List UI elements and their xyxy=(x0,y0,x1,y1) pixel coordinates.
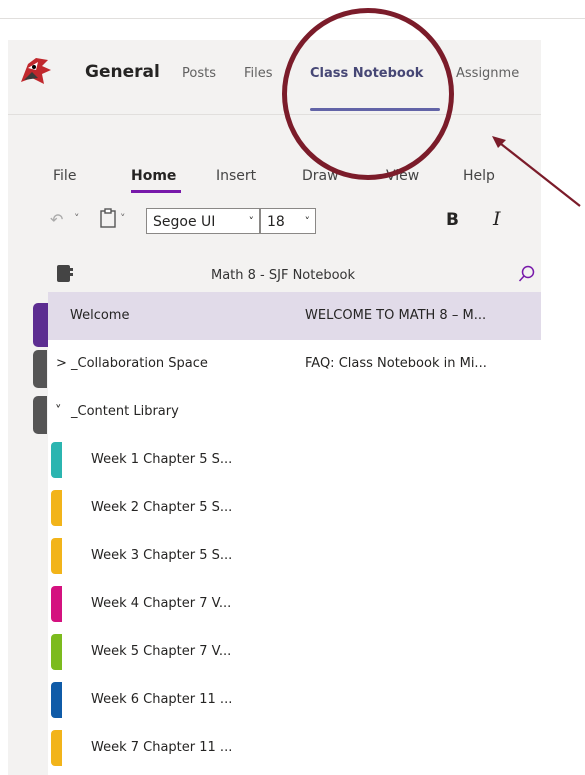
teams-header: General Posts Files Class Notebook Assig… xyxy=(8,40,541,112)
notebook-icon[interactable] xyxy=(56,264,74,284)
section-color-tab xyxy=(51,442,62,478)
team-logo-icon xyxy=(21,58,51,84)
section-label: Week 2 Chapter 5 S... xyxy=(91,500,233,515)
section-week-3[interactable]: Week 3 Chapter 5 S... xyxy=(48,532,278,580)
notebook-header: Math 8 - SJF Notebook xyxy=(48,258,541,292)
section-label: Week 7 Chapter 11 ... xyxy=(91,740,233,755)
ribbon-active-indicator xyxy=(131,190,181,193)
ribbon-tab-home[interactable]: Home xyxy=(131,168,176,184)
section-label: Week 1 Chapter 5 S... xyxy=(91,452,233,467)
section-color-tab xyxy=(51,490,62,526)
font-size-select[interactable]: 18 ˅ xyxy=(260,208,316,234)
search-icon[interactable] xyxy=(518,265,536,283)
bold-button[interactable]: B xyxy=(446,210,459,230)
section-color-tab xyxy=(51,682,62,718)
notebook-tab-gray xyxy=(33,396,47,434)
section-week-1[interactable]: Week 1 Chapter 5 S... xyxy=(48,436,278,484)
tab-posts[interactable]: Posts xyxy=(182,66,216,81)
section-label: Welcome xyxy=(70,308,130,323)
section-week-2[interactable]: Week 2 Chapter 5 S... xyxy=(48,484,278,532)
section-label: Week 5 Chapter 7 V... xyxy=(91,644,232,659)
paste-dropdown-icon[interactable]: ˅ xyxy=(120,212,126,225)
section-label: _Collaboration Space xyxy=(71,356,208,371)
section-label: Week 6 Chapter 11 ... xyxy=(91,692,233,707)
font-name-value: Segoe UI xyxy=(153,214,216,230)
italic-button[interactable]: I xyxy=(493,208,501,230)
font-size-value: 18 xyxy=(267,214,285,230)
highlight-circle xyxy=(282,8,454,180)
tab-files[interactable]: Files xyxy=(244,66,273,81)
page-label: WELCOME TO MATH 8 – M... xyxy=(305,308,487,323)
notebook-title: Math 8 - SJF Notebook xyxy=(211,268,356,283)
undo-icon[interactable]: ↶ xyxy=(50,210,63,229)
notebook-panel: Welcome > _Collaboration Space ˅ _Conten… xyxy=(48,292,541,775)
chevron-down-icon: ˅ xyxy=(55,404,62,419)
page-top-divider xyxy=(0,18,585,19)
undo-dropdown-icon[interactable]: ˅ xyxy=(74,212,80,225)
section-week-4[interactable]: Week 4 Chapter 7 V... xyxy=(48,580,278,628)
page-label: FAQ: Class Notebook in Mi... xyxy=(305,356,487,371)
notebook-color-tab xyxy=(33,303,48,347)
font-name-select[interactable]: Segoe UI ˅ xyxy=(146,208,260,234)
ribbon-tab-file[interactable]: File xyxy=(53,168,76,184)
annotation-arrow-icon xyxy=(492,136,581,207)
teams-window: General Posts Files Class Notebook Assig… xyxy=(8,40,541,775)
section-color-tab xyxy=(51,538,62,574)
section-label: Week 4 Chapter 7 V... xyxy=(91,596,232,611)
page-welcome[interactable]: WELCOME TO MATH 8 – M... xyxy=(278,292,541,340)
page-faq[interactable]: FAQ: Class Notebook in Mi... xyxy=(278,340,541,388)
channel-name: General xyxy=(85,62,160,82)
section-label: Week 3 Chapter 5 S... xyxy=(91,548,233,563)
chevron-right-icon: > xyxy=(56,356,67,371)
section-color-tab xyxy=(51,586,62,622)
section-list: Welcome > _Collaboration Space ˅ _Conten… xyxy=(48,292,279,775)
section-color-tab xyxy=(51,634,62,670)
ribbon-tab-insert[interactable]: Insert xyxy=(216,168,256,184)
section-week-7[interactable]: Week 7 Chapter 11 ... xyxy=(48,724,278,772)
section-label: _Content Library xyxy=(71,404,179,419)
page-list: WELCOME TO MATH 8 – M... FAQ: Class Note… xyxy=(278,292,541,775)
section-week-6[interactable]: Week 6 Chapter 11 ... xyxy=(48,676,278,724)
section-welcome[interactable]: Welcome xyxy=(48,292,278,340)
clipboard-icon[interactable] xyxy=(100,208,116,232)
section-week-5[interactable]: Week 5 Chapter 7 V... xyxy=(48,628,278,676)
header-divider xyxy=(8,114,541,115)
chevron-down-icon: ˅ xyxy=(304,215,311,228)
section-collaboration-space[interactable]: > _Collaboration Space xyxy=(48,340,278,388)
notebook-tab-gray xyxy=(33,350,47,388)
chevron-down-icon: ˅ xyxy=(248,215,255,228)
tab-assignments[interactable]: Assignme xyxy=(456,66,519,81)
section-content-library[interactable]: ˅ _Content Library xyxy=(48,388,278,436)
section-color-tab xyxy=(51,730,62,766)
